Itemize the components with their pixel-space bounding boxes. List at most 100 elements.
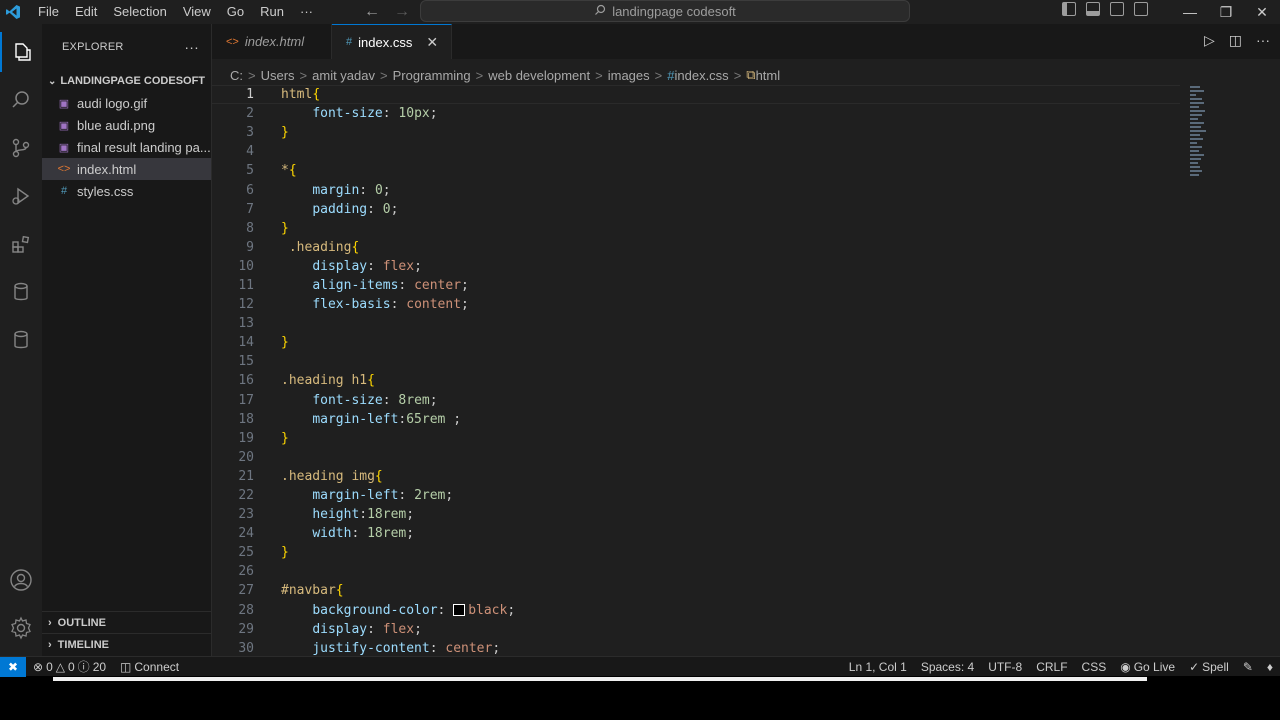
code-line[interactable]: 25}	[212, 543, 1280, 562]
timeline-section[interactable]: › TIMELINE	[42, 633, 212, 655]
cursor-position[interactable]: Ln 1, Col 1	[842, 660, 914, 674]
go-live-button[interactable]: ◉ Go Live	[1113, 660, 1182, 674]
code-line[interactable]: 16 .heading h1{	[212, 371, 1280, 390]
file-item[interactable]: ▣ audi logo.gif	[42, 92, 211, 114]
settings-gear-icon[interactable]	[0, 608, 42, 648]
database-icon: ◫	[120, 659, 132, 674]
code-line[interactable]: 28 background-color: black;	[212, 601, 1280, 620]
remote-indicator-icon[interactable]: ✖	[0, 656, 26, 677]
indentation[interactable]: Spaces: 4	[914, 660, 981, 674]
breadcrumb-item[interactable]: amit yadav	[312, 68, 375, 83]
outline-section[interactable]: › OUTLINE	[42, 611, 212, 633]
code-line[interactable]: 5 *{	[212, 161, 1280, 180]
menu-run[interactable]: Run	[252, 0, 292, 24]
menu-more[interactable]: ···	[292, 0, 321, 24]
code-line[interactable]: 7 padding: 0;	[212, 200, 1280, 219]
problems-status[interactable]: ⊗ 0 △ 0 ⓘ 20	[26, 658, 113, 675]
code-line[interactable]: 12 flex-basis: content;	[212, 295, 1280, 314]
minimize-icon[interactable]: —	[1172, 4, 1208, 20]
tab-index-html[interactable]: <> index.html	[212, 24, 332, 59]
toggle-panel-icon[interactable]	[1086, 2, 1100, 16]
code-line[interactable]: 27 #navbar{	[212, 581, 1280, 600]
search-activity-icon[interactable]	[0, 80, 42, 120]
customize-layout-icon[interactable]	[1134, 2, 1148, 16]
spell-check[interactable]: ✓ Spell	[1182, 660, 1236, 674]
file-item[interactable]: # styles.css	[42, 180, 211, 202]
code-line[interactable]: 10 display: flex;	[212, 257, 1280, 276]
file-item[interactable]: ▣ final result landing pa...	[42, 136, 211, 158]
code-line[interactable]: 20	[212, 448, 1280, 467]
code-line[interactable]: 2 font-size: 10px;	[212, 104, 1280, 123]
minimap[interactable]	[1190, 86, 1206, 186]
split-editor-icon[interactable]: ◫	[1229, 32, 1242, 49]
code-line[interactable]: 6 margin: 0;	[212, 180, 1280, 199]
code-line[interactable]: 29 display: flex;	[212, 620, 1280, 639]
forward-arrow-icon[interactable]: →	[394, 3, 410, 21]
breadcrumb-item[interactable]: index.css	[674, 68, 728, 83]
code-line[interactable]: 26	[212, 562, 1280, 581]
info-icon: ⓘ	[77, 660, 90, 674]
more-actions-icon[interactable]: ···	[1256, 32, 1270, 49]
breadcrumb-item[interactable]: C:	[230, 68, 243, 83]
folder-name: LANDINGPAGE CODESOFT	[60, 75, 206, 87]
restore-icon[interactable]: ❐	[1208, 4, 1244, 21]
database-2-icon[interactable]	[0, 320, 42, 360]
toggle-secondary-sidebar-icon[interactable]	[1110, 2, 1124, 16]
tab-index-css[interactable]: # index.css ✕	[332, 24, 452, 59]
run-file-icon[interactable]: ▷	[1204, 32, 1215, 49]
file-item-selected[interactable]: <> index.html	[42, 158, 211, 180]
back-arrow-icon[interactable]: ←	[364, 3, 380, 21]
command-center[interactable]: landingpage codesoft	[420, 0, 910, 22]
breadcrumb-item[interactable]: images	[608, 68, 650, 83]
language-mode[interactable]: CSS	[1075, 660, 1114, 674]
code-line[interactable]: 3}	[212, 123, 1280, 142]
more-actions-icon[interactable]: ···	[184, 39, 199, 55]
code-line[interactable]: 11 align-items: center;	[212, 276, 1280, 295]
code-line[interactable]: 22 margin-left: 2rem;	[212, 486, 1280, 505]
code-token: }	[281, 220, 289, 236]
code-line[interactable]: 21 .heading img{	[212, 467, 1280, 486]
account-icon[interactable]	[0, 560, 42, 600]
menu-selection[interactable]: Selection	[105, 0, 174, 24]
code-line[interactable]: 23 height:18rem;	[212, 505, 1280, 524]
code-line[interactable]: 8}	[212, 219, 1280, 238]
encoding[interactable]: UTF-8	[981, 660, 1029, 674]
end-of-line[interactable]: CRLF	[1029, 660, 1074, 674]
close-window-icon[interactable]: ✕	[1244, 4, 1280, 21]
menu-go[interactable]: Go	[219, 0, 252, 24]
file-item[interactable]: ▣ blue audi.png	[42, 114, 211, 136]
code-line[interactable]: 24 width: 18rem;	[212, 524, 1280, 543]
database-icon[interactable]	[0, 272, 42, 312]
feedback-icon[interactable]: ✎	[1236, 660, 1260, 674]
code-line[interactable]: 4	[212, 142, 1280, 161]
code-line[interactable]: 13	[212, 314, 1280, 333]
code-line[interactable]: 17 font-size: 8rem;	[212, 391, 1280, 410]
close-tab-icon[interactable]: ✕	[426, 34, 438, 51]
color-swatch[interactable]	[453, 604, 466, 617]
explorer-icon[interactable]	[0, 32, 42, 72]
extensions-icon[interactable]	[0, 224, 42, 264]
code-line[interactable]: 1 html{	[212, 85, 1180, 105]
code-editor[interactable]: 1 html{2 font-size: 10px; 3} 4 5 *{6 margin: …	[212, 85, 1280, 658]
code-line[interactable]: 30 justify-content: center;	[212, 639, 1280, 658]
breadcrumb-item[interactable]: html	[756, 68, 781, 83]
code-line[interactable]: 15	[212, 352, 1280, 371]
code-line[interactable]: 9 .heading{	[212, 238, 1280, 257]
code-line[interactable]: 18 margin-left:65rem ;	[212, 410, 1280, 429]
source-control-icon[interactable]	[0, 128, 42, 168]
line-number: 6	[246, 182, 254, 198]
menu-view[interactable]: View	[175, 0, 219, 24]
breadcrumb-item[interactable]: Programming	[393, 68, 471, 83]
toggle-sidebar-icon[interactable]	[1062, 2, 1076, 16]
connect-status[interactable]: ◫ Connect	[113, 660, 186, 674]
code-line[interactable]: 19}	[212, 429, 1280, 448]
run-debug-icon[interactable]	[0, 176, 42, 216]
menu-file[interactable]: File	[30, 0, 67, 24]
breadcrumb-item[interactable]: Users	[261, 68, 295, 83]
breadcrumb-separator: >	[299, 67, 308, 83]
breadcrumb-item[interactable]: web development	[488, 68, 590, 83]
menu-edit[interactable]: Edit	[67, 0, 105, 24]
workspace-folder[interactable]: ⌄ LANDINGPAGE CODESOFT	[42, 70, 211, 92]
notifications-bell-icon[interactable]: ♦	[1260, 660, 1280, 674]
code-line[interactable]: 14}	[212, 333, 1280, 352]
